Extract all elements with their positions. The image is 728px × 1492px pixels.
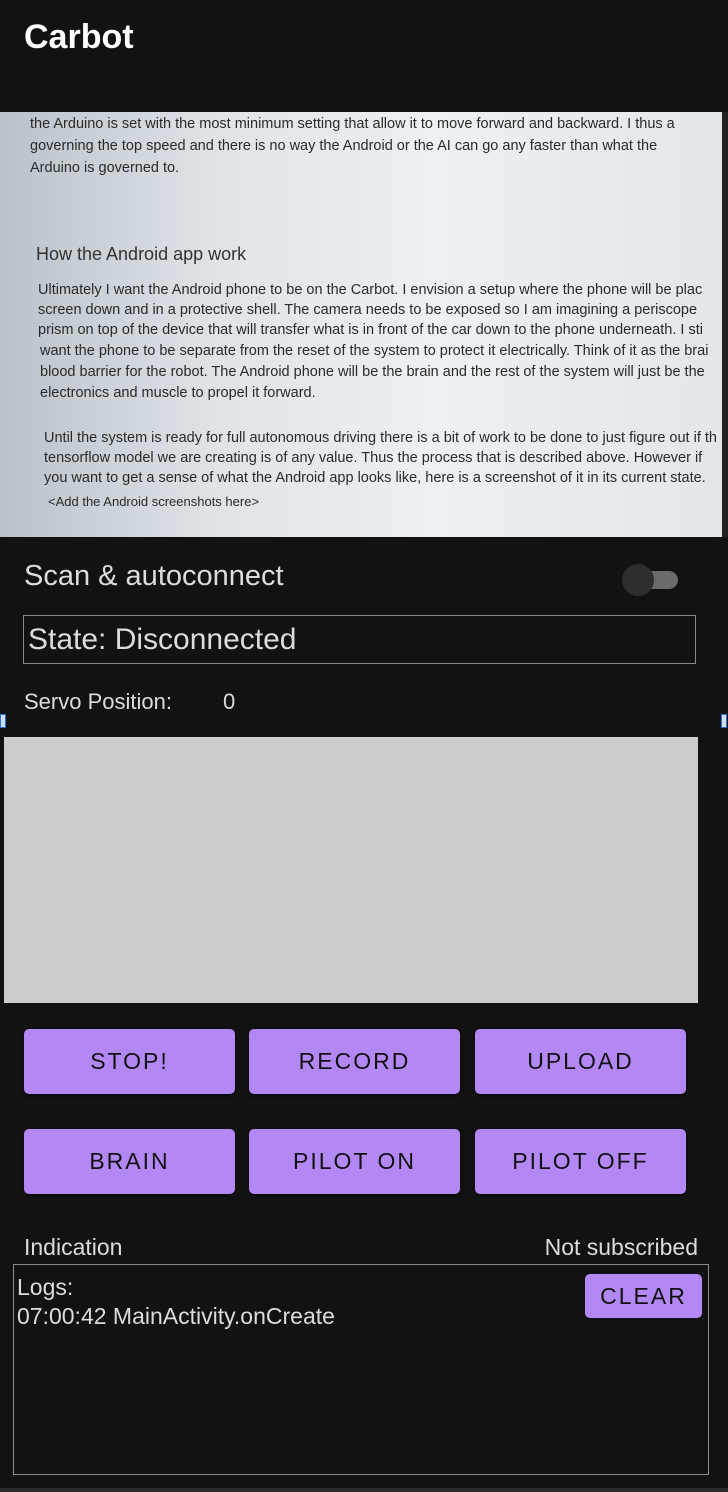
camera-text-line: want the phone to be separate from the r… bbox=[40, 343, 709, 359]
image-preview-area bbox=[4, 737, 698, 1003]
bottom-edge bbox=[0, 1488, 728, 1492]
toggle-thumb bbox=[622, 564, 654, 596]
brain-button[interactable]: BRAIN bbox=[24, 1129, 235, 1194]
camera-text-line: <Add the Android screenshots here> bbox=[48, 494, 260, 509]
upload-button[interactable]: UPLOAD bbox=[475, 1029, 686, 1094]
app-title: Carbot bbox=[24, 18, 134, 56]
connection-state-text: State: Disconnected bbox=[28, 623, 297, 656]
servo-position-label: Servo Position: bbox=[24, 689, 172, 714]
scan-autoconnect-toggle[interactable] bbox=[622, 563, 678, 596]
camera-text-line: the Arduino is set with the most minimum… bbox=[30, 116, 675, 132]
logs-title: Logs: bbox=[17, 1274, 74, 1300]
camera-text-line: blood barrier for the robot. The Android… bbox=[40, 364, 705, 380]
pilot-on-button[interactable]: PILOT ON bbox=[249, 1129, 460, 1194]
camera-edge bbox=[722, 112, 728, 537]
app-bar: Carbot bbox=[0, 0, 728, 112]
selection-handle-right bbox=[721, 714, 727, 728]
pilot-off-button[interactable]: PILOT OFF bbox=[475, 1129, 686, 1194]
camera-heading: How the Android app work bbox=[36, 244, 247, 264]
scan-autoconnect-label: Scan & autoconnect bbox=[24, 560, 284, 592]
camera-text-line: screen down and in a protective shell. T… bbox=[38, 302, 698, 318]
camera-text-line: prism on top of the device that will tra… bbox=[38, 322, 703, 338]
connection-state-box: State: Disconnected bbox=[23, 615, 696, 664]
indication-label: Indication bbox=[24, 1234, 123, 1260]
log-entry: 07:00:42 MainActivity.onCreate bbox=[17, 1303, 335, 1329]
camera-text-line: electronics and muscle to propel it forw… bbox=[40, 385, 316, 401]
camera-text-line: tensorflow model we are creating is of a… bbox=[44, 450, 703, 466]
camera-text-line: governing the top speed and there is no … bbox=[30, 138, 658, 154]
stop-button[interactable]: STOP! bbox=[24, 1029, 235, 1094]
camera-text-line: you want to get a sense of what the Andr… bbox=[44, 470, 706, 486]
record-button[interactable]: RECORD bbox=[249, 1029, 460, 1094]
camera-text-line: Arduino is governed to. bbox=[30, 160, 180, 176]
camera-text-line: Ultimately I want the Android phone to b… bbox=[38, 282, 703, 298]
servo-position-value: 0 bbox=[223, 689, 236, 714]
indication-status: Not subscribed bbox=[544, 1234, 698, 1260]
selection-handle-left bbox=[0, 714, 6, 728]
clear-logs-button[interactable]: CLEAR bbox=[585, 1274, 702, 1318]
camera-preview: the Arduino is set with the most minimum… bbox=[0, 112, 722, 537]
camera-text-line: Until the system is ready for full auton… bbox=[44, 430, 717, 446]
